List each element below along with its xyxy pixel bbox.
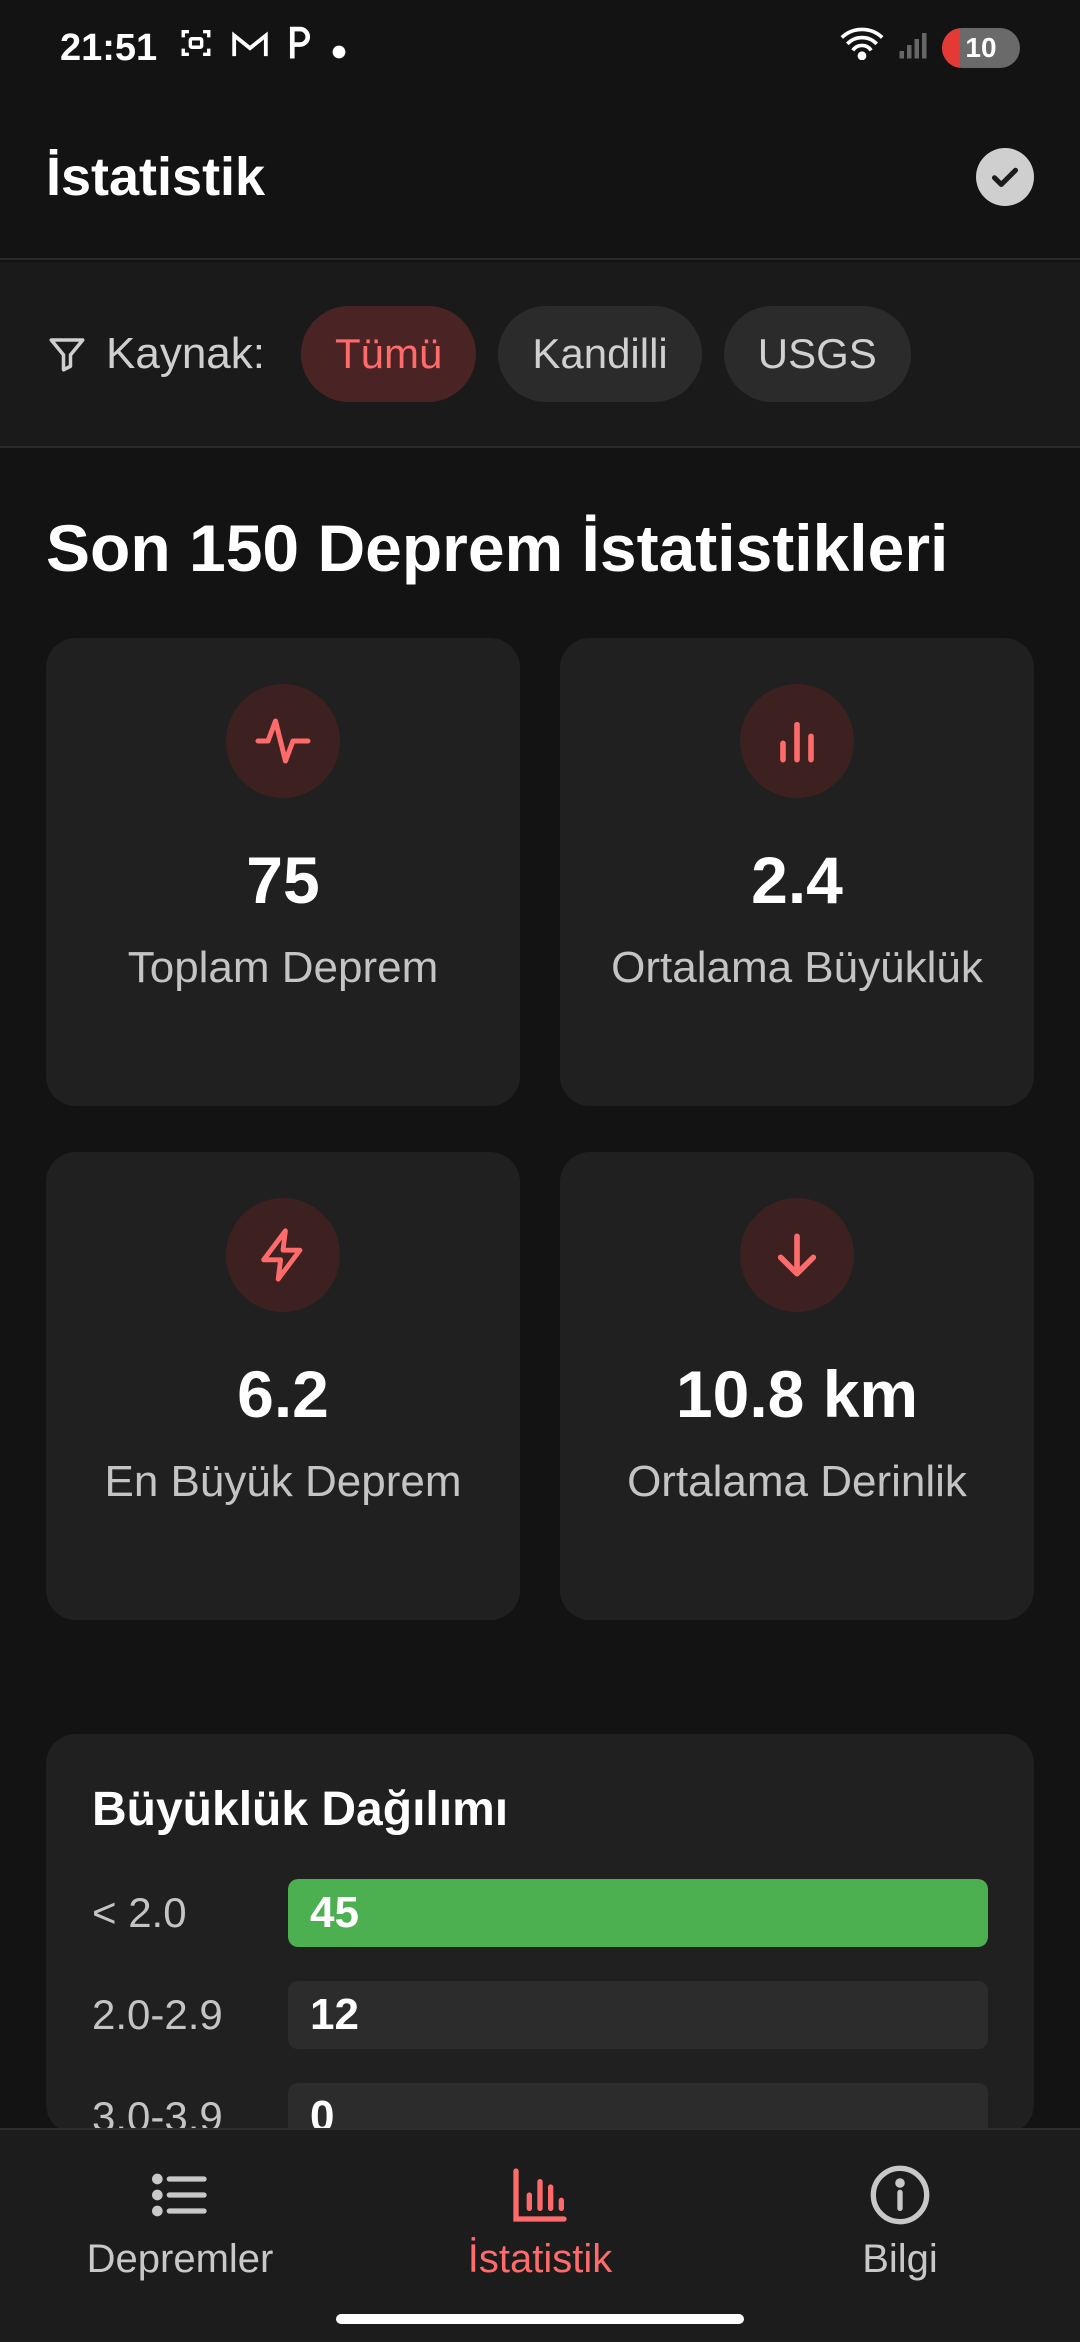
distribution-bar-track: 45	[288, 1879, 988, 1947]
source-filter-bar: Kaynak: Tümü Kandilli USGS	[0, 262, 1080, 448]
dot-icon	[331, 27, 347, 70]
stat-label: Toplam Deprem	[127, 943, 439, 992]
magnitude-distribution-card: Büyüklük Dağılımı < 2.0 45 2.0-2.9 12 3.0-3.…	[46, 1734, 1034, 2151]
status-time: 21:51	[60, 26, 158, 69]
signal-icon	[898, 27, 928, 70]
nav-statistics-label: İstatistik	[467, 2236, 613, 2281]
distribution-row-label: < 2.0	[92, 1889, 187, 1936]
page-title: İstatistik	[46, 147, 266, 207]
battery-indicator: 10	[942, 28, 1020, 68]
chip-all[interactable]: Tümü	[300, 306, 477, 402]
wifi-icon	[840, 26, 884, 70]
bar-chart-icon	[740, 684, 854, 798]
screenshot-icon	[179, 26, 213, 70]
distribution-row-label: 2.0-2.9	[92, 1991, 223, 2038]
bottom-navigation: Depremler İstatistik Bilgi	[0, 2128, 1080, 2342]
filter-label-group: Kaynak:	[46, 329, 265, 379]
distribution-bar-count: 45	[310, 1888, 359, 1937]
chip-all-label: Tümü	[334, 330, 443, 377]
stat-value: 2.4	[751, 843, 843, 917]
distribution-bar-count: 12	[310, 1990, 359, 2039]
arrow-down-icon	[740, 1198, 854, 1312]
app-bar: İstatistik	[0, 96, 1080, 260]
nav-earthquakes[interactable]: Depremler	[0, 2142, 360, 2302]
nav-info[interactable]: Bilgi	[720, 2142, 1080, 2302]
stat-card-total: 75 Toplam Deprem	[46, 638, 520, 1106]
chip-usgs-label: USGS	[757, 330, 877, 377]
filter-label: Kaynak:	[106, 329, 265, 378]
info-icon	[870, 2165, 930, 2224]
nav-statistics[interactable]: İstatistik	[360, 2142, 720, 2302]
bar-chart-icon	[513, 2167, 567, 2222]
stat-label: En Büyük Deprem	[104, 1457, 462, 1506]
section-title: Son 150 Deprem İstatistikleri	[46, 511, 949, 585]
stat-card-max-magnitude: 6.2 En Büyük Deprem	[46, 1152, 520, 1620]
parking-icon	[287, 26, 313, 70]
distribution-row: < 2.0 45	[92, 1879, 988, 1947]
stat-card-average-depth: 10.8 km Ortalama Derinlik	[560, 1152, 1034, 1620]
distribution-bar-track: 12	[288, 1981, 988, 2049]
stat-value: 6.2	[237, 1357, 329, 1431]
status-bar: 21:51 10	[0, 0, 1080, 96]
stat-value: 10.8 km	[675, 1357, 919, 1431]
gmail-icon	[231, 27, 269, 70]
chip-kandilli-label: Kandilli	[532, 330, 668, 377]
stat-label: Ortalama Büyüklük	[611, 943, 983, 992]
stat-card-average-magnitude: 2.4 Ortalama Büyüklük	[560, 638, 1034, 1106]
activity-icon	[226, 684, 340, 798]
filter-icon	[49, 338, 85, 372]
nav-earthquakes-label: Depremler	[86, 2236, 274, 2281]
stat-value: 75	[246, 843, 320, 917]
home-indicator[interactable]	[336, 2314, 744, 2324]
distribution-row: 2.0-2.9 12	[92, 1981, 988, 2049]
distribution-rows: < 2.0 45 2.0-2.9 12 3.0-3.9 0	[92, 1879, 988, 2151]
nav-info-label: Bilgi	[862, 2236, 938, 2281]
battery-level: 10	[965, 32, 997, 63]
list-icon	[152, 2173, 207, 2216]
lightning-icon	[226, 1198, 340, 1312]
check-button[interactable]	[976, 148, 1034, 206]
chip-kandilli[interactable]: Kandilli	[498, 306, 702, 402]
stat-label: Ortalama Derinlik	[627, 1457, 967, 1506]
check-icon	[991, 167, 1019, 188]
chip-usgs[interactable]: USGS	[723, 306, 911, 402]
distribution-bar-fill	[288, 1879, 988, 1947]
distribution-title: Büyüklük Dağılımı	[92, 1783, 509, 1836]
